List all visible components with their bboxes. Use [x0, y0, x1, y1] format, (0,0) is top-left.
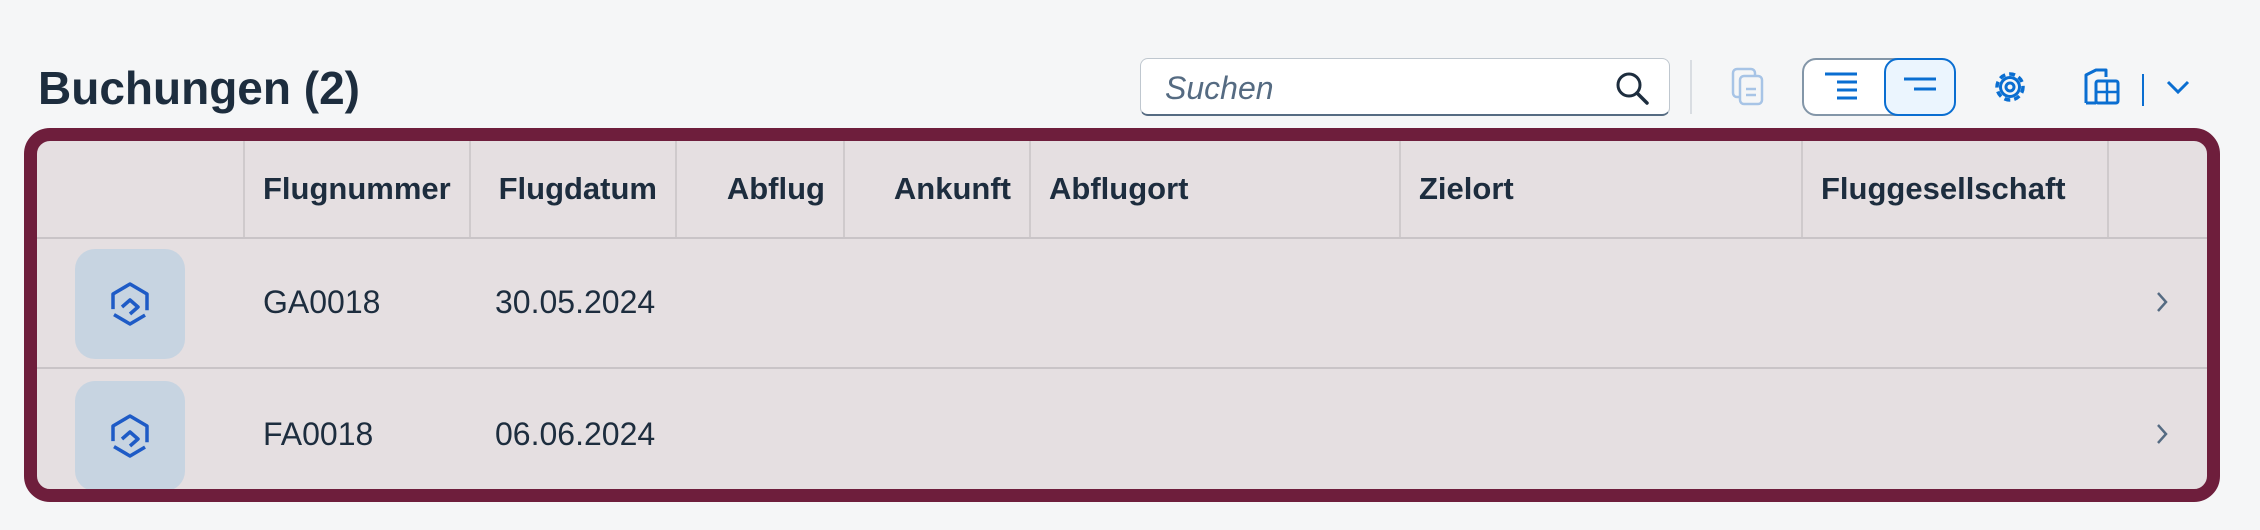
search-field[interactable] [1140, 58, 1670, 116]
page-title: Buchungen (2) [38, 62, 360, 114]
bookings-table: Flugnummer Flugdatum Abflug Ankunft Abfl… [24, 128, 2220, 502]
cell-flugdatum: 06.06.2024 [495, 415, 656, 452]
copy-icon [1731, 67, 1764, 106]
copy-button[interactable] [1722, 58, 1774, 116]
search-icon[interactable] [1615, 71, 1649, 105]
column-header-flugdatum[interactable]: Flugdatum [471, 141, 675, 237]
chevron-right-icon [2157, 292, 2168, 312]
flight-object-icon [111, 282, 149, 326]
column-header-abflug[interactable]: Abflug [677, 141, 843, 237]
chevron-right-icon [2157, 424, 2168, 444]
gear-icon [1995, 72, 2025, 102]
menu-button-separator [2142, 74, 2144, 106]
column-header-zielort[interactable]: Zielort [1401, 141, 1801, 237]
view-toggle[interactable] [1802, 58, 1956, 116]
search-input[interactable] [1163, 65, 1597, 111]
align-top-button[interactable] [1884, 58, 1956, 116]
column-header-abflugort[interactable]: Abflugort [1031, 141, 1399, 237]
toolbar-separator [1690, 60, 1692, 114]
column-header-flugnummer[interactable]: Flugnummer [245, 141, 469, 237]
settings-button[interactable] [1984, 58, 2036, 116]
avatar [75, 249, 185, 359]
table-header: Flugnummer Flugdatum Abflug Ankunft Abfl… [37, 141, 2207, 239]
column-header-navigation [2109, 141, 2207, 237]
cell-flugnummer: GA0018 [263, 283, 381, 320]
column-header-avatar [37, 141, 243, 237]
table-row[interactable]: GA0018 30.05.2024 [37, 237, 2207, 369]
export-table-icon [2084, 68, 2120, 105]
row-navigation[interactable] [2155, 237, 2169, 367]
align-right-button[interactable] [1804, 60, 1878, 114]
cell-flugnummer: FA0018 [263, 415, 374, 452]
avatar [75, 381, 185, 489]
export-menu-button[interactable] [2158, 58, 2198, 116]
flight-object-icon [111, 414, 149, 458]
chevron-down-icon [2166, 80, 2190, 95]
align-top-icon [1904, 77, 1936, 91]
table-row[interactable]: FA0018 06.06.2024 [37, 369, 2207, 489]
export-button[interactable] [2074, 58, 2130, 116]
align-right-icon [1825, 72, 1857, 100]
column-header-ankunft[interactable]: Ankunft [845, 141, 1029, 237]
column-header-fluggesellschaft[interactable]: Fluggesellschaft [1803, 141, 2107, 237]
cell-flugdatum: 30.05.2024 [495, 283, 656, 320]
row-navigation[interactable] [2155, 369, 2169, 489]
